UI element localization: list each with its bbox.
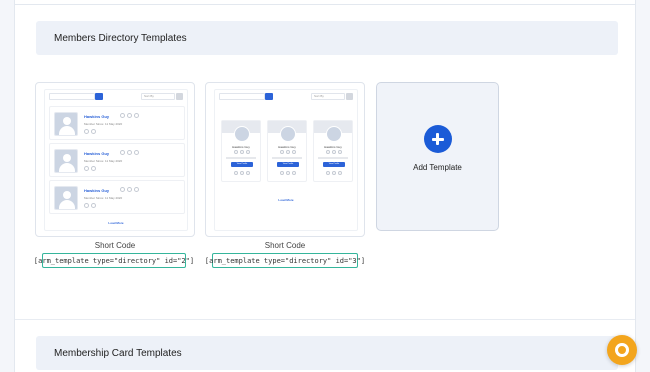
view-profile-button: View Profile [277, 162, 299, 167]
preview-search-button [95, 93, 103, 100]
social-icons [120, 113, 140, 118]
member-name: Hawkins Guy [232, 145, 250, 149]
avatar [54, 186, 78, 210]
directory-template-card-1[interactable]: Sort By Hawkins Guy Member Since: 11 May… [35, 82, 195, 237]
member-since: Member Since: 11 May 2020 [84, 159, 123, 163]
shortcode-label: Short Code [264, 241, 306, 250]
member-since: Member Since: 11 May 2020 [84, 122, 123, 126]
social-icons [84, 203, 96, 208]
preview-member-row: Hawkins Guy Member Since: 11 May 2020 [49, 106, 185, 140]
member-name: Hawkins Guy [324, 145, 342, 149]
preview-clear-icon [346, 93, 353, 100]
preview-member-card: Hawkins Guy View Profile [221, 120, 261, 182]
template-preview: Sort By Hawkins Guy View Profile Hawkins… [214, 89, 358, 231]
preview-member-row: Hawkins Guy Member Since: 11 May 2020 [49, 143, 185, 177]
social-icons [326, 150, 342, 154]
social-icons [234, 150, 250, 154]
preview-load-more: Load More [278, 198, 294, 202]
top-divider [15, 4, 635, 5]
social-icons [84, 166, 96, 171]
preview-load-more: Load More [108, 221, 124, 225]
plus-circle-icon [423, 125, 452, 153]
social-icons [234, 171, 250, 175]
section-divider [15, 319, 635, 320]
avatar [54, 112, 78, 136]
member-since: Member Since: 11 May 2020 [84, 196, 123, 200]
preview-sort-select: Sort By [141, 93, 175, 100]
member-name: Hawkins Guy [84, 151, 110, 156]
section-header-members-directory: Members Directory Templates [36, 21, 618, 55]
preview-member-card: Hawkins Guy View Profile [313, 120, 353, 182]
section-header-membership-card: Membership Card Templates [36, 336, 618, 370]
section-title: Members Directory Templates [54, 32, 187, 44]
add-template-button[interactable]: Add Template [376, 82, 499, 231]
member-name: Hawkins Guy [278, 145, 296, 149]
shortcode-value[interactable]: [arm_template type="directory" id="2"] [34, 253, 194, 268]
shortcode-value[interactable]: [arm_template type="directory" id="3"] [205, 253, 365, 268]
shortcode-label: Short Code [94, 241, 136, 250]
member-name: Hawkins Guy [84, 188, 110, 193]
social-icons [120, 150, 140, 155]
preview-member-card: Hawkins Guy View Profile [267, 120, 307, 182]
preview-member-row: Hawkins Guy Member Since: 11 May 2020 [49, 180, 185, 214]
avatar [54, 149, 78, 173]
view-profile-button: View Profile [231, 162, 253, 167]
view-profile-button: View Profile [323, 162, 345, 167]
social-icons [84, 129, 96, 134]
preview-clear-icon [176, 93, 183, 100]
preview-search-input [49, 93, 95, 100]
template-preview: Sort By Hawkins Guy Member Since: 11 May… [44, 89, 188, 231]
social-icons [120, 187, 140, 192]
avatar [234, 126, 250, 142]
directory-template-card-2[interactable]: Sort By Hawkins Guy View Profile Hawkins… [205, 82, 365, 237]
preview-search-input [219, 93, 265, 100]
avatar [326, 126, 342, 142]
social-icons [280, 171, 296, 175]
main-panel: Members Directory Templates Sort By Hawk… [14, 0, 636, 372]
social-icons [326, 171, 342, 175]
help-button[interactable] [607, 335, 637, 365]
social-icons [280, 150, 296, 154]
add-template-label: Add Template [413, 163, 462, 172]
section-title: Membership Card Templates [54, 347, 182, 359]
preview-search-button [265, 93, 273, 100]
avatar [280, 126, 296, 142]
lifebuoy-icon [615, 343, 629, 357]
member-name: Hawkins Guy [84, 114, 110, 119]
preview-sort-select: Sort By [311, 93, 345, 100]
